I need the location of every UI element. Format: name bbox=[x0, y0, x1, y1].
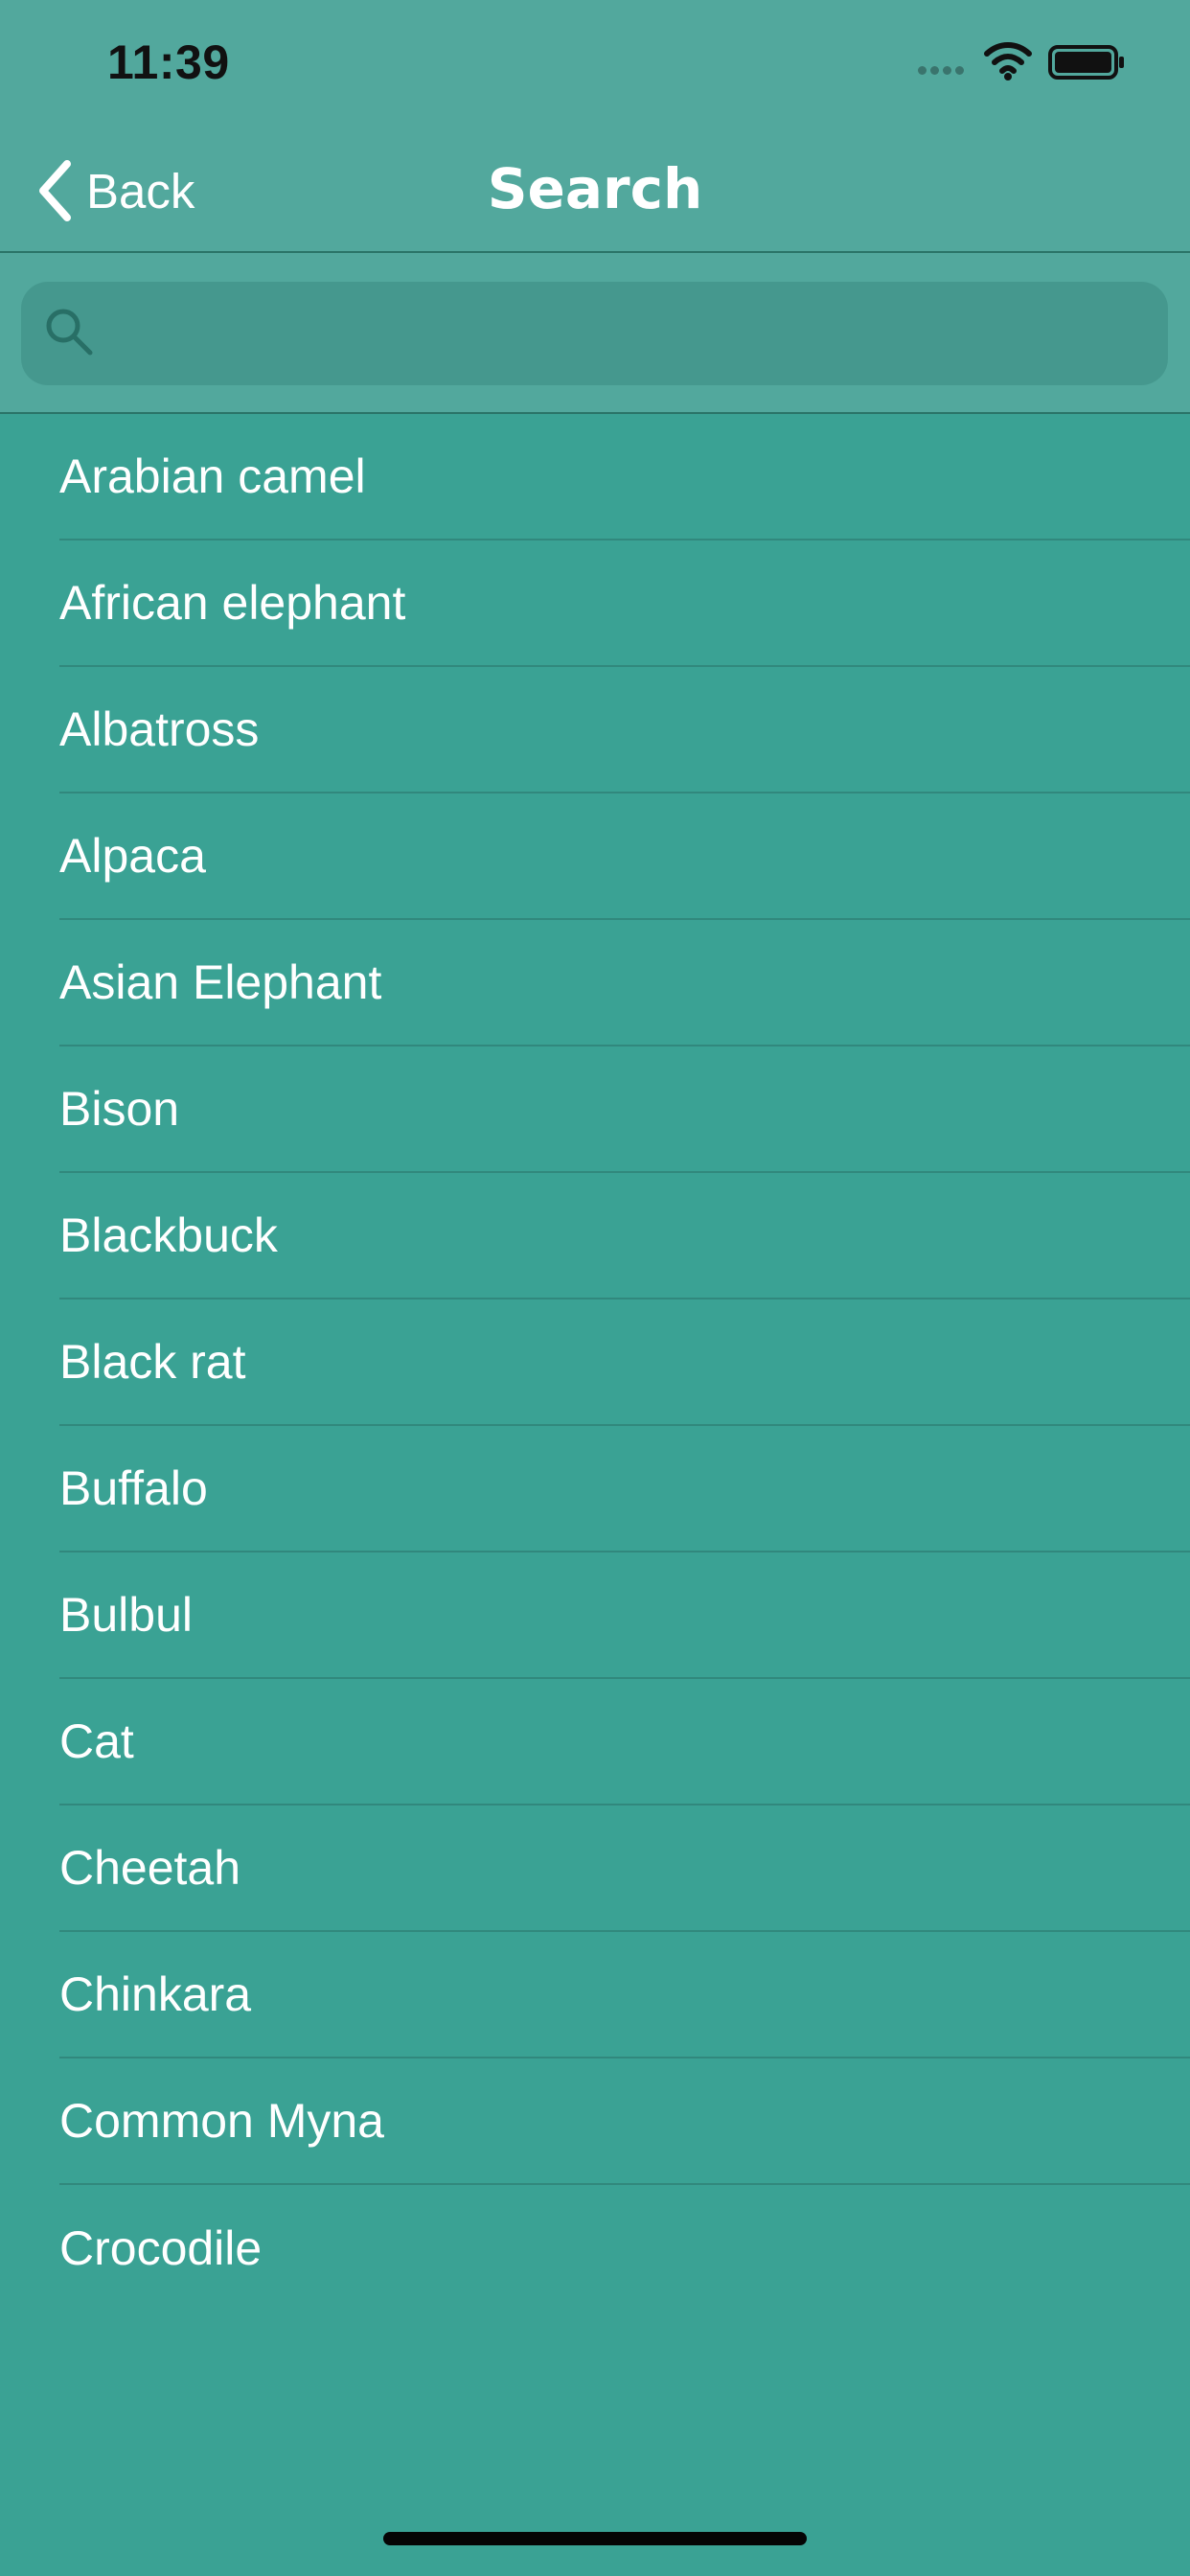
list-item[interactable]: Asian Elephant bbox=[59, 920, 1190, 1046]
status-icons bbox=[918, 42, 1131, 88]
list-item[interactable]: African elephant bbox=[59, 540, 1190, 667]
list-item[interactable]: Common Myna bbox=[59, 2058, 1190, 2185]
status-bar: 11:39 bbox=[0, 0, 1190, 126]
list-item[interactable]: Chinkara bbox=[59, 1932, 1190, 2058]
page-title: Search bbox=[487, 156, 703, 221]
list-item[interactable]: Blackbuck bbox=[59, 1173, 1190, 1300]
list-item[interactable]: Albatross bbox=[59, 667, 1190, 794]
cellular-signal-icon bbox=[918, 66, 964, 75]
status-time: 11:39 bbox=[107, 35, 230, 89]
animal-list: Arabian camel African elephant Albatross Al… bbox=[0, 414, 1190, 2312]
search-bar-container bbox=[0, 253, 1190, 414]
list-item[interactable]: Bison bbox=[59, 1046, 1190, 1173]
search-field[interactable] bbox=[21, 282, 1168, 385]
list-item[interactable]: Alpaca bbox=[59, 794, 1190, 920]
battery-icon bbox=[1048, 45, 1124, 80]
list-item[interactable]: Crocodile bbox=[59, 2185, 1190, 2312]
list-item[interactable]: Buffalo bbox=[59, 1426, 1190, 1552]
list-item[interactable]: Cat bbox=[59, 1679, 1190, 1806]
search-input[interactable] bbox=[111, 282, 1127, 385]
navigation-bar: Back Search bbox=[0, 126, 1190, 253]
home-indicator bbox=[383, 2532, 807, 2545]
wifi-icon bbox=[984, 42, 1032, 80]
list-item[interactable]: Black rat bbox=[59, 1300, 1190, 1426]
list-item[interactable]: Bulbul bbox=[59, 1552, 1190, 1679]
list-item[interactable]: Arabian camel bbox=[59, 414, 1190, 540]
list-item[interactable]: Cheetah bbox=[59, 1806, 1190, 1932]
search-screen: 11:39 Back Search Arabian camel African … bbox=[0, 0, 1190, 2576]
search-icon bbox=[46, 309, 93, 356]
